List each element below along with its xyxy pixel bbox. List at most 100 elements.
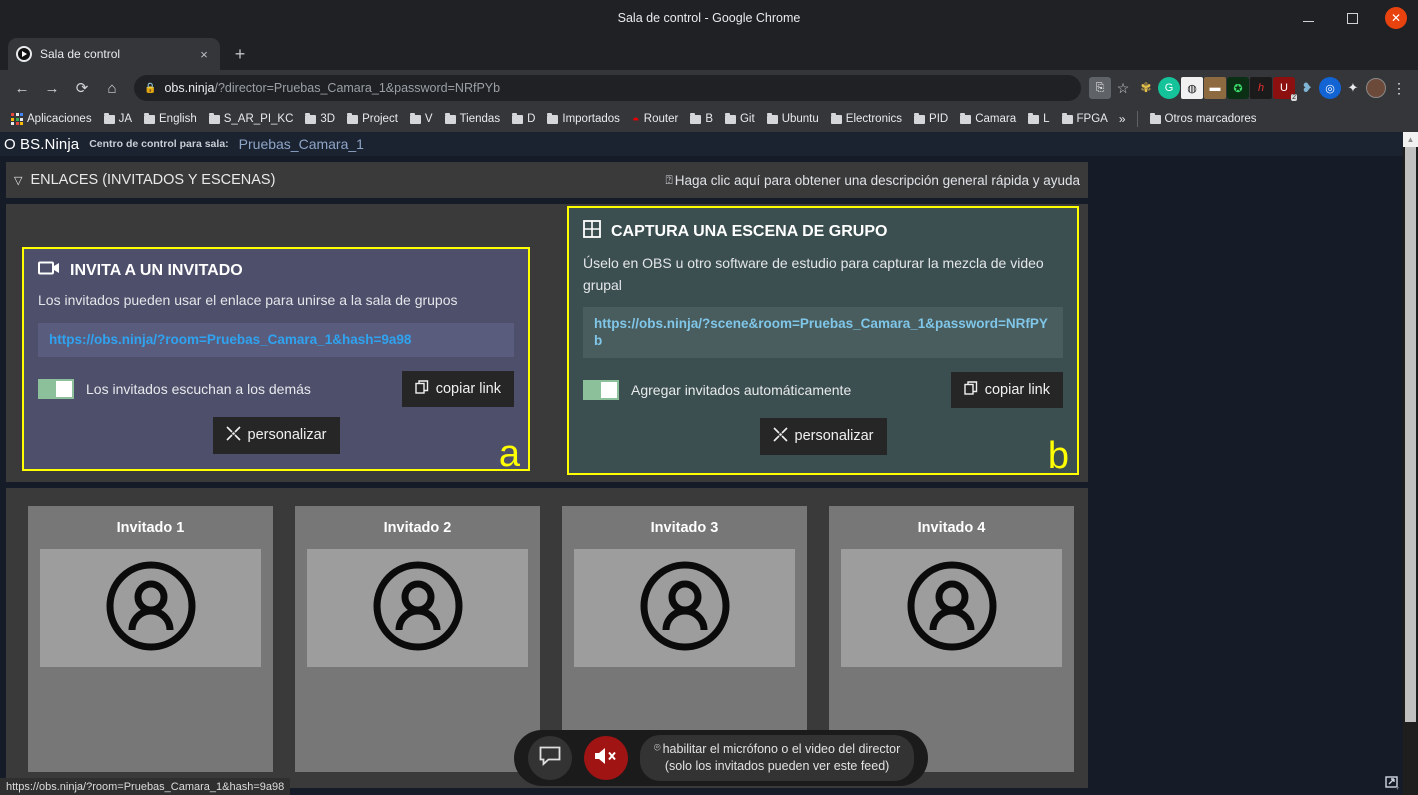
bookmark-v[interactable]: V (405, 111, 438, 127)
toggle-auto-add-guests[interactable] (583, 379, 619, 400)
bookmark-pid[interactable]: PID (909, 111, 953, 127)
chat-button[interactable] (528, 736, 572, 780)
toggle-guests-hear-others[interactable] (38, 378, 74, 399)
translate-icon[interactable]: ⎘ (1089, 77, 1111, 99)
guest-video-placeholder (40, 549, 261, 667)
new-tab-button[interactable]: + (226, 40, 254, 68)
ublock-origin-icon[interactable]: U2 (1273, 77, 1297, 101)
reload-icon[interactable]: ⟳ (68, 74, 96, 102)
bookmark-project[interactable]: Project (342, 111, 403, 127)
loom-extension-icon[interactable]: ◎ (1319, 77, 1341, 99)
help-link[interactable]: ⍰ Haga clic aquí para obtener una descri… (666, 173, 1080, 188)
guest-tile[interactable]: Invitado 1 (28, 506, 273, 772)
close-icon: ✕ (1385, 7, 1407, 29)
divider (1136, 111, 1138, 127)
guest-name: Invitado 3 (650, 520, 719, 536)
adblock-hidden-icon[interactable]: ◍ (1181, 77, 1203, 99)
feather-extension-icon[interactable]: ❥ (1296, 77, 1318, 99)
copy-icon (415, 380, 429, 398)
bookmark-importados[interactable]: Importados (542, 111, 625, 127)
links-section-header[interactable]: ▽ ENLACES (INVITADOS Y ESCENAS) ⍰ Haga c… (6, 162, 1088, 198)
card-title-group: INVITA A UN INVITADO (38, 261, 514, 280)
director-feed-note[interactable]: ⌾ habilitar el micrófono o el video del … (640, 735, 915, 781)
guest-tile[interactable]: Invitado 2 (295, 506, 540, 772)
person-placeholder-icon (639, 560, 731, 657)
guest-invite-link[interactable]: https://obs.ninja/?room=Pruebas_Camara_1… (38, 322, 514, 357)
folder-icon (103, 112, 115, 124)
scroll-up-icon[interactable]: ▲ (1403, 132, 1418, 147)
honey-extension-icon[interactable]: ✾ (1135, 77, 1157, 99)
bookmark-label: Aplicaciones (27, 113, 92, 125)
customize-button[interactable]: personalizar (212, 416, 340, 454)
forward-arrow-icon[interactable]: → (38, 74, 66, 102)
avatar[interactable] (1365, 77, 1387, 99)
card-title-group: CAPTURA UNA ESCENA DE GRUPO (583, 220, 1063, 243)
address-bar-domain: obs.ninja (164, 81, 215, 95)
window-controls: ✕ (1286, 0, 1418, 36)
bookmark-l[interactable]: L (1023, 111, 1054, 127)
tools-icon (772, 427, 788, 446)
scene-link[interactable]: https://obs.ninja/?scene&room=Pruebas_Ca… (583, 307, 1063, 358)
bookmark-tiendas[interactable]: Tiendas (440, 111, 506, 127)
close-icon[interactable]: × (196, 47, 212, 62)
bookmark-b[interactable]: B (685, 111, 718, 127)
guest-name: Invitado 2 (383, 520, 452, 536)
bookmark-label: D (527, 113, 536, 125)
bookmark-label: Electronics (845, 113, 903, 125)
customize-button[interactable]: personalizar (759, 417, 887, 455)
bookmark-english[interactable]: English (139, 111, 202, 127)
question-circle-icon: ⍰ (665, 172, 673, 187)
bookmark-label: L (1043, 113, 1050, 125)
person-placeholder-icon (372, 560, 464, 657)
bookmark-star-icon[interactable]: ☆ (1112, 77, 1134, 99)
tab-sala-de-control[interactable]: Sala de control × (8, 38, 220, 70)
window-maximize-button[interactable] (1330, 0, 1374, 36)
tab-strip: Sala de control × + (0, 36, 1418, 70)
bookmark-label: Importados (562, 113, 620, 125)
bookmark-d[interactable]: D (507, 111, 540, 127)
window-close-button[interactable]: ✕ (1374, 0, 1418, 36)
bookmark-apps[interactable]: Aplicaciones (6, 111, 97, 127)
copy-link-button[interactable]: copiar link (950, 371, 1063, 408)
mute-speaker-button[interactable] (584, 736, 628, 780)
bookmark-camara[interactable]: Camara (955, 111, 1021, 127)
tools-icon (225, 426, 241, 445)
bookmark-git[interactable]: Git (720, 111, 760, 127)
bookmark-otros-marcadores[interactable]: Otros marcadores (1145, 111, 1262, 127)
address-bar[interactable]: 🔒 obs.ninja/?director=Pruebas_Camara_1&p… (134, 75, 1081, 101)
main-content: ▽ ENLACES (INVITADOS Y ESCENAS) ⍰ Haga c… (0, 162, 1090, 788)
bookmarks-overflow-button[interactable]: » (1115, 112, 1130, 126)
puzzle-extensions-icon[interactable]: ✦ (1342, 77, 1364, 99)
bookmark-s-ar-pi-kc[interactable]: S_AR_PI_KC (204, 111, 299, 127)
folder-icon (766, 112, 778, 124)
home-icon[interactable]: ⌂ (98, 74, 126, 102)
h-extension-icon[interactable]: h (1250, 77, 1272, 99)
page-scrollbar[interactable]: ▲ (1403, 132, 1418, 795)
tab-title: Sala de control (40, 47, 121, 61)
guest-video-placeholder (574, 549, 795, 667)
bookmark-router[interactable]: ◓ Router (627, 111, 683, 128)
copy-link-label: copiar link (435, 380, 501, 397)
director-control-bar: ⌾ habilitar el micrófono o el video del … (514, 730, 929, 786)
bookmark-electronics[interactable]: Electronics (826, 111, 907, 127)
grid-icon (583, 220, 601, 243)
back-arrow-icon[interactable]: ← (8, 74, 36, 102)
bookmark-3d[interactable]: 3D (300, 111, 340, 127)
window-titlebar: Sala de control - Google Chrome ✕ (0, 0, 1418, 36)
window-title: Sala de control - Google Chrome (617, 11, 801, 25)
browser-toolbar: ← → ⟳ ⌂ 🔒 obs.ninja/?director=Pruebas_Ca… (0, 70, 1418, 106)
scrollbar-thumb[interactable] (1405, 147, 1416, 722)
grammarly-extension-icon[interactable]: G (1158, 77, 1180, 99)
chat-bubble-icon (539, 746, 561, 771)
metamask-extension-icon[interactable]: ▬ (1204, 77, 1226, 99)
bookmark-ja[interactable]: JA (99, 111, 137, 127)
copy-link-label: copiar link (984, 381, 1050, 398)
bookmark-fpga[interactable]: FPGA (1057, 111, 1113, 127)
window-minimize-button[interactable] (1286, 0, 1330, 36)
copy-link-button[interactable]: copiar link (401, 370, 514, 407)
screen-share-icon[interactable] (1384, 775, 1401, 792)
bookmark-ubuntu[interactable]: Ubuntu (762, 111, 824, 127)
shield-extension-icon[interactable]: ✪ (1227, 77, 1249, 99)
folder-icon (914, 112, 926, 124)
chrome-menu-icon[interactable]: ⋮ (1388, 77, 1410, 99)
